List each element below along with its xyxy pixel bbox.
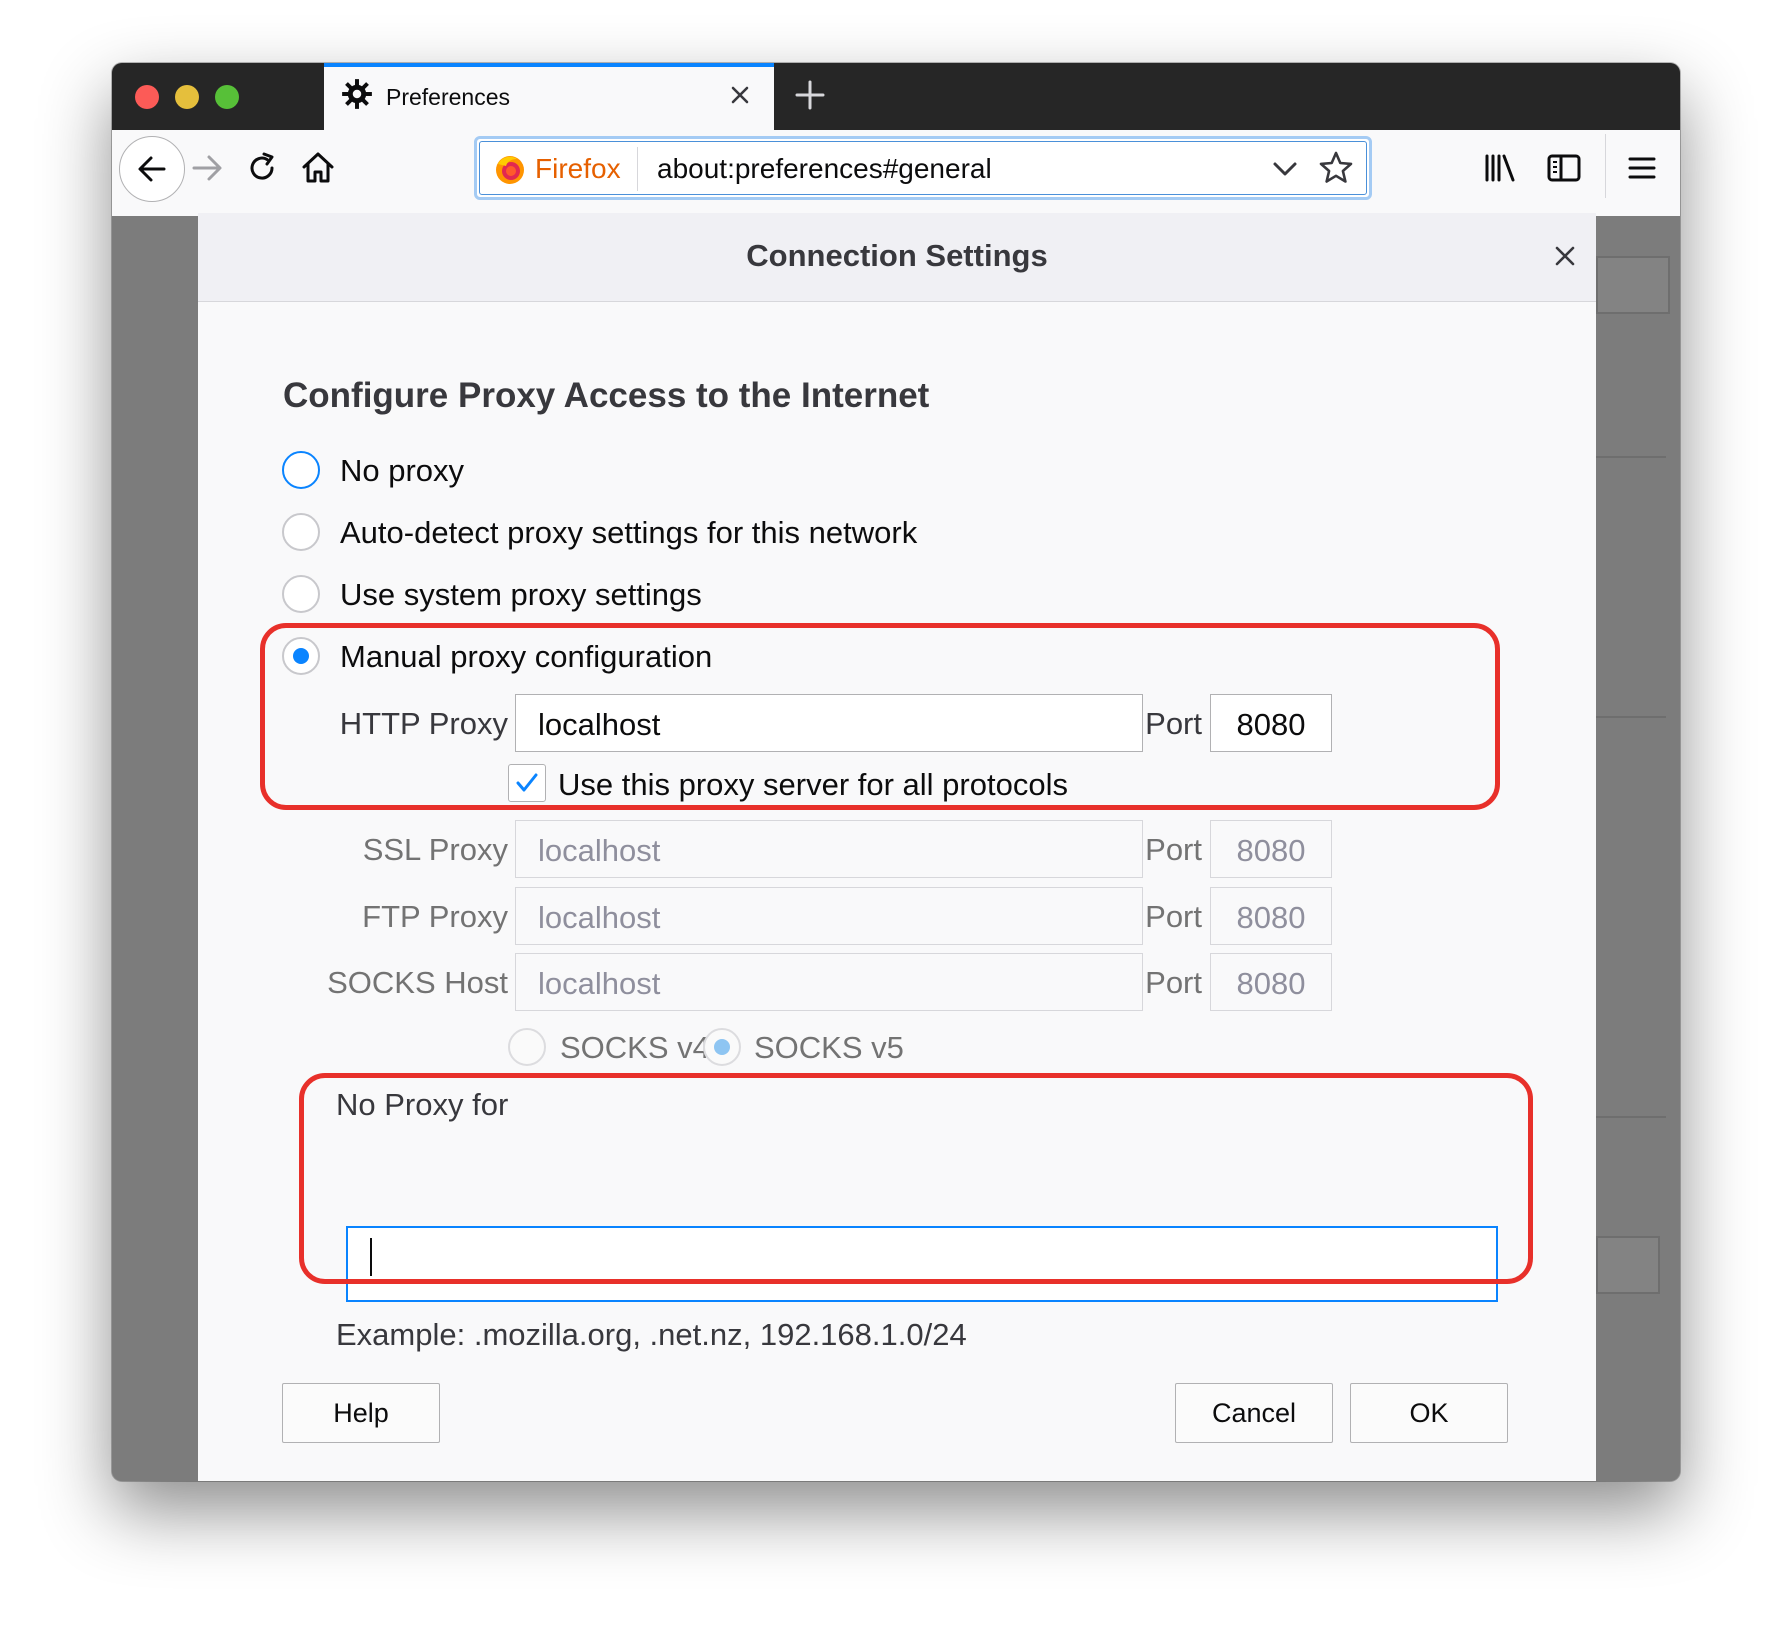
background-panel [1596,1236,1660,1294]
ssl-proxy-input[interactable]: localhost [515,820,1143,878]
auto-detect-label[interactable]: Auto-detect proxy settings for this netw… [340,515,917,551]
toolbar-separator [1605,134,1606,198]
socks-v5-radio[interactable] [703,1028,741,1066]
no-proxy-radio[interactable] [282,451,320,489]
help-button[interactable]: Help [282,1383,440,1443]
system-proxy-radio[interactable] [282,575,320,613]
no-proxy-highlight [299,1073,1533,1284]
close-tab-icon[interactable] [726,81,754,109]
url-separator [637,147,638,191]
system-proxy-label[interactable]: Use system proxy settings [340,577,702,613]
background-divider [1596,456,1666,458]
background-divider [1596,1116,1666,1118]
dialog-header: Connection Settings [198,213,1596,302]
ftp-proxy-label: FTP Proxy [362,899,508,934]
identity-label: Firefox [535,153,621,184]
connection-settings-dialog: Connection Settings Configure Proxy Acce… [198,213,1596,1481]
title-bar: Preferences [112,63,1680,130]
home-icon[interactable] [296,146,340,190]
socks-v5-label[interactable]: SOCKS v5 [754,1030,904,1066]
close-icon[interactable] [1548,239,1582,273]
navigation-toolbar: Firefox about:preferences#general [112,130,1680,217]
dialog-title: Connection Settings [746,238,1048,273]
ftp-port-input[interactable]: 8080 [1210,887,1332,945]
cancel-button[interactable]: Cancel [1175,1383,1333,1443]
reload-icon[interactable] [240,146,284,190]
url-text[interactable]: about:preferences#general [657,153,992,185]
socks-v4-radio[interactable] [508,1028,546,1066]
ok-button[interactable]: OK [1350,1383,1508,1443]
bookmark-star-icon[interactable] [1317,149,1355,187]
socks-port-input[interactable]: 8080 [1210,953,1332,1011]
browser-window: Preferences Firefox about:preferences#ge… [112,63,1680,1481]
background-divider [1596,716,1666,718]
background-panel [1596,256,1670,314]
ssl-port-input[interactable]: 8080 [1210,820,1332,878]
proxy-heading: Configure Proxy Access to the Internet [283,376,930,415]
back-arrow-icon [138,156,166,182]
ftp-proxy-input[interactable]: localhost [515,887,1143,945]
socks-host-label: SOCKS Host [327,965,508,1000]
chevron-down-icon[interactable] [1269,153,1301,185]
auto-detect-radio[interactable] [282,513,320,551]
close-window-button[interactable] [135,85,159,109]
hamburger-menu-icon[interactable] [1620,146,1664,190]
ftp-port-label: Port [1145,899,1202,934]
sidebar-icon[interactable] [1542,146,1586,190]
url-bar[interactable]: Firefox about:preferences#general [474,136,1372,200]
firefox-logo-icon [496,156,524,184]
gear-icon [342,79,372,109]
zoom-window-button[interactable] [215,85,239,109]
ssl-port-label: Port [1145,832,1202,867]
tab-title: Preferences [386,84,511,110]
no-proxy-example: Example: .mozilla.org, .net.nz, 192.168.… [336,1317,967,1352]
minimize-window-button[interactable] [175,85,199,109]
socks-port-label: Port [1145,965,1202,1000]
socks-v4-label[interactable]: SOCKS v4 [560,1030,710,1066]
new-tab-icon[interactable] [788,73,832,117]
socks-host-input[interactable]: localhost [515,953,1143,1011]
no-proxy-label[interactable]: No proxy [340,453,464,489]
library-icon[interactable] [1478,146,1522,190]
forward-arrow-icon[interactable] [186,146,230,190]
back-button[interactable] [119,136,185,202]
ssl-proxy-label: SSL Proxy [362,832,508,867]
manual-config-highlight [260,623,1500,810]
tab-preferences[interactable]: Preferences [324,63,774,130]
